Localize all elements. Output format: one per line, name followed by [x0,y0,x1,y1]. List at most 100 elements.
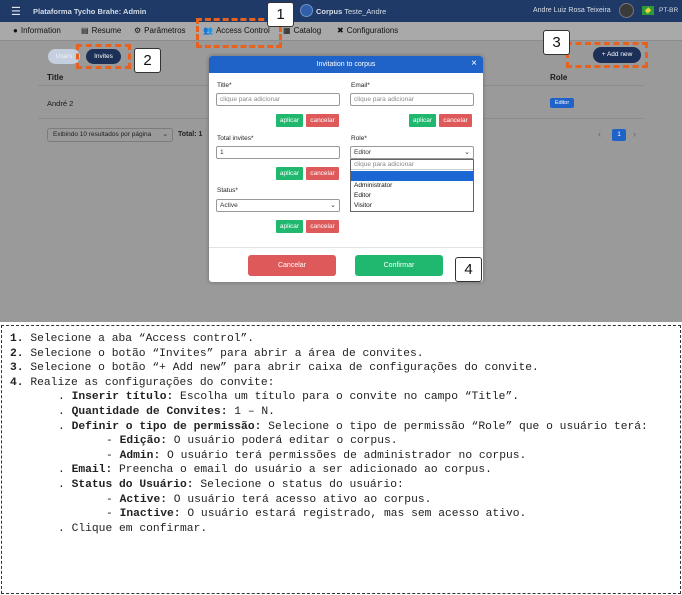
invite-row-title: André 2 [47,99,74,108]
substep-text: Selecione o tipo de permissão “Role” que… [261,420,648,433]
substep-text: Escolha um título para o convite no camp… [173,391,520,404]
permission-admin: - Admin: O usuário terá permissões de ad… [106,449,527,462]
page-size-select[interactable]: Exibindo 10 resultados por página ⌄ [47,128,173,142]
tab-label: Configurations [346,26,399,35]
highlight-add-new [566,42,648,68]
step-text: Selecione o botão “Invites” para abrir a… [23,347,424,360]
instructions-text: 1. Selecione a aba “Access control”. 2. … [10,332,674,536]
file-icon: ▤ [81,26,89,35]
cancel-button[interactable]: Cancelar [248,255,336,276]
status-select-value: Active [220,202,238,209]
substep-text: O usuário poderá editar o corpus. [167,435,398,448]
tab-resume[interactable]: ▤ Resume [81,26,121,35]
user-name[interactable]: Andre Luiz Rosa Teixeira [533,7,611,14]
substep-status: . Status do Usuário: Selecione o status … [58,478,404,491]
tab-catalog[interactable]: ▦ Catalog [283,26,321,35]
substep-key: Edição: [119,435,168,448]
tab-configurations[interactable]: ✖ Configurations [337,26,398,35]
role-dropdown-list: clique para adicionar Administrator Edit… [350,159,474,212]
role-select[interactable]: Editor ⌄ [350,146,474,159]
title-apply-button[interactable]: aplicar [276,114,303,127]
status-cancel-button[interactable]: cancelar [306,220,339,233]
substep-text: O usuário terá permissões de administrad… [160,449,527,462]
brazil-flag-icon[interactable] [642,6,654,15]
substep-key: Inactive: [119,508,181,521]
tab-bar: ● Information ▤ Resume ⚙ Parâmetros 👥 Access… [0,22,682,41]
total-count: Total: 1 [178,131,203,138]
column-header-role: Role [550,73,568,82]
email-apply-button[interactable]: aplicar [409,114,436,127]
step-text: Selecione a aba “Access control”. [23,333,255,345]
info-icon: ● [13,26,18,35]
total-invites-input[interactable]: 1 [216,146,340,159]
step-text: Realize as configurações do convite: [23,376,275,389]
email-field-label: Email* [351,82,370,89]
substep-key: Active: [119,493,168,506]
tab-label: Catalog [293,26,322,35]
total-invites-label: Total invites* [217,135,254,142]
tools-icon: ✖ [337,26,344,35]
pager-page-button[interactable]: 1 [612,129,626,141]
title-field-label: Title* [217,82,232,89]
invitation-modal: Invitation to corpus × Title* clique par… [209,56,483,282]
substep-email: . Email: Preencha o email do usuário a s… [58,464,492,477]
instructions-box: 1. Selecione a aba “Access control”. 2. … [1,325,681,594]
step-marker-1: 1 [267,2,294,27]
close-icon[interactable]: × [471,59,477,69]
highlight-invites [76,44,131,69]
hamburger-icon[interactable]: ☰ [11,5,21,18]
pager-prev-button[interactable]: ‹ [598,129,601,139]
step-4: 4. Realize as configurações do convite: [10,376,674,391]
page-size-label: Exibindo 10 resultados por página [53,131,152,138]
step-3: 3. Selecione o botão “+ Add new” para ab… [10,361,674,376]
status-inactive: - Inactive: O usuário estará registrado,… [106,508,527,521]
substep-confirm: . Clique em confirmar. [58,522,208,535]
total-apply-button[interactable]: aplicar [276,167,303,180]
status-active: - Active: O usuário terá acesso ativo ao… [106,493,432,506]
corpus-icon [300,4,313,17]
email-cancel-button[interactable]: cancelar [439,114,472,127]
status-select[interactable]: Active ⌄ [216,199,340,212]
step-text: Selecione o botão “+ Add new” para abrir… [23,362,539,375]
substep-key: Email: [71,464,113,477]
substep-quantity: . Quantidade de Convites: 1 – N. [58,405,275,418]
total-cancel-button[interactable]: cancelar [306,167,339,180]
tab-label: Parâmetros [144,26,186,35]
step-number: 2. [10,347,24,360]
corpus-name: Teste_Andre [344,7,387,16]
email-input[interactable]: clique para adicionar [350,93,474,106]
divider [209,247,483,248]
app-screenshot: ☰ Plataforma Tycho Brahe: Admin Corpus T… [0,0,682,322]
substep-key: Quantidade de Convites: [71,405,228,418]
confirm-button[interactable]: Confirmar [355,255,443,276]
step-number: 4. [10,376,24,389]
pager-next-button[interactable]: › [633,129,636,139]
status-apply-button[interactable]: aplicar [276,220,303,233]
modal-header: Invitation to corpus × [209,56,483,73]
catalog-icon: ▦ [283,26,291,35]
tab-information[interactable]: ● Information [13,26,61,35]
chevron-down-icon: ⌄ [162,131,168,138]
role-option-administrator[interactable]: Administrator [351,181,473,191]
role-option-highlighted[interactable] [351,171,473,181]
corpus-indicator: Corpus Teste_Andre [316,7,386,16]
role-option-visitor[interactable]: Visitor [351,201,473,211]
substep-key: Status do Usuário: [71,478,194,491]
role-option-placeholder[interactable]: clique para adicionar [351,160,473,170]
title-input[interactable]: clique para adicionar [216,93,340,106]
app-name: Plataforma Tycho Brahe: Admin [33,7,147,16]
tab-parametros[interactable]: ⚙ Parâmetros [134,26,186,35]
language-label[interactable]: PT-BR [659,7,678,14]
role-option-editor[interactable]: Editor [351,191,473,201]
substep-key: Definir o tipo de permissão: [71,420,262,433]
column-header-title: Title [47,73,64,82]
step-number: 3. [10,362,24,375]
substep-text: O usuário estará registrado, mas sem ace… [180,508,527,521]
title-cancel-button[interactable]: cancelar [306,114,339,127]
status-field-label: Status* [217,187,238,194]
step-marker-2: 2 [134,48,161,73]
corpus-label: Corpus [316,7,343,16]
substep-text: Selecione o status do usuário: [193,478,404,491]
substep-title: . Inserir título: Escolha um título para… [58,391,520,404]
avatar[interactable] [619,3,634,18]
